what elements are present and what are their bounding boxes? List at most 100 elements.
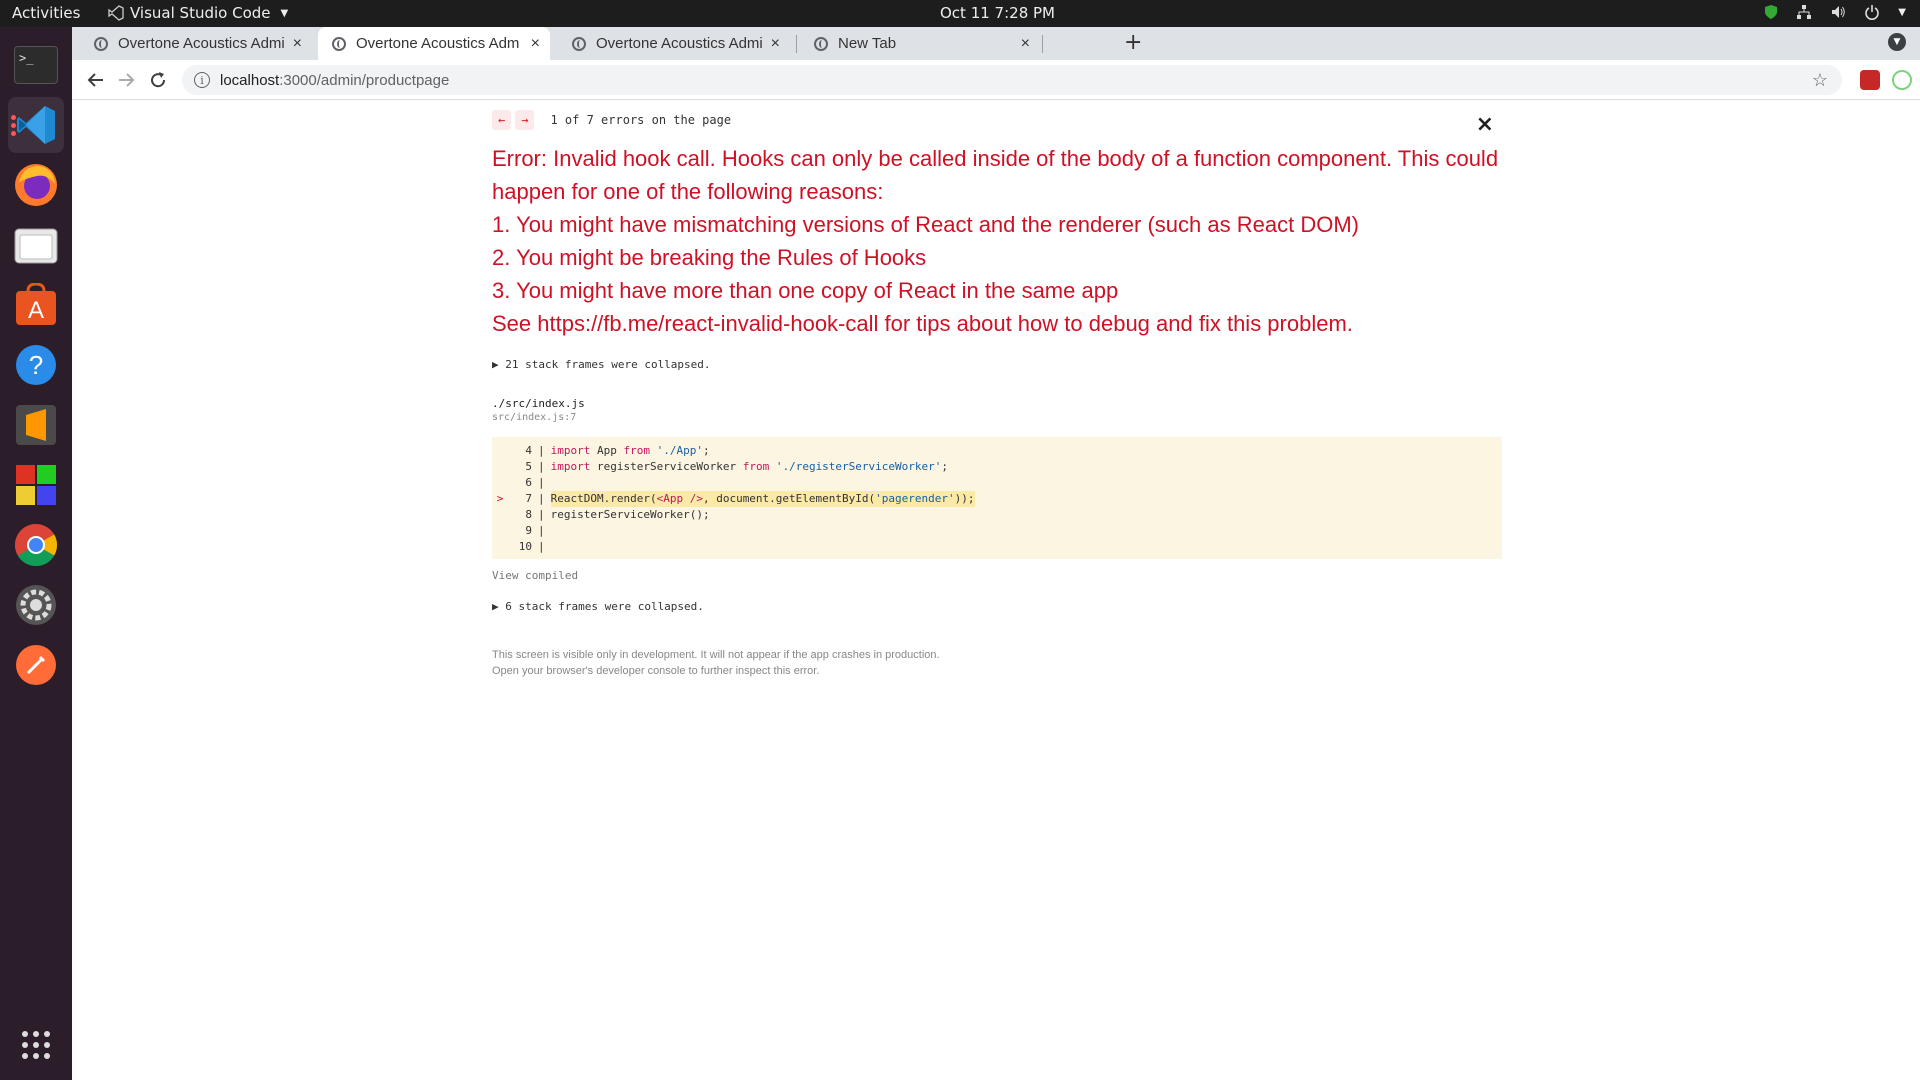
dock-help[interactable]: ? xyxy=(8,337,64,393)
highlight-marker xyxy=(492,523,508,539)
line-number: 5 xyxy=(525,460,532,473)
code-line: >7 | ReactDOM.render(<App />, document.get… xyxy=(492,491,1502,507)
dev-footer-note: This screen is visible only in developme… xyxy=(492,647,1502,679)
forward-icon[interactable] xyxy=(116,70,136,90)
view-compiled-link[interactable]: View compiled xyxy=(492,569,1502,582)
url-host: localhost xyxy=(220,71,280,89)
frame-file: ./src/index.js xyxy=(492,397,585,410)
caret-down-icon: ▼ xyxy=(280,7,289,19)
highlight-marker xyxy=(492,475,508,491)
dock-postman[interactable] xyxy=(8,637,64,693)
line-number: 7 xyxy=(525,492,532,505)
extension-green-icon[interactable] xyxy=(1892,70,1912,90)
url-path: :3000/admin/productpage xyxy=(279,71,450,89)
close-icon[interactable]: × xyxy=(1021,35,1030,53)
terminal-icon: >_ xyxy=(14,46,58,84)
app-name: Visual Studio Code xyxy=(130,4,271,22)
next-error-button[interactable]: → xyxy=(515,110,535,130)
show-applications-button[interactable] xyxy=(8,1017,64,1073)
vscode-icon xyxy=(17,106,55,144)
collapsed-frames-bottom[interactable]: ▶ 6 stack frames were collapsed. xyxy=(492,600,1502,613)
dock-office[interactable] xyxy=(8,457,64,513)
globe-icon xyxy=(94,36,108,51)
error-overlay: ← → 1 of 7 errors on the page × Error: I… xyxy=(492,110,1502,679)
reload-icon[interactable] xyxy=(148,70,168,90)
gutter-bar: | xyxy=(538,524,545,537)
code-text: import App from './App'; xyxy=(550,444,710,457)
code-line: 10 | xyxy=(492,539,1502,555)
chrome-icon xyxy=(14,524,58,567)
settings-icon xyxy=(16,585,56,625)
code-text: import registerServiceWorker from './reg… xyxy=(550,460,949,473)
info-icon[interactable]: i xyxy=(194,72,210,88)
footer-line: Open your browser's developer console to… xyxy=(492,665,820,677)
tab-title: Overtone Acoustics Admi xyxy=(118,35,285,52)
stack-frame: ./src/index.js src/index.js:7 xyxy=(492,397,1502,423)
back-icon[interactable] xyxy=(86,70,106,90)
app-menu[interactable]: Visual Studio Code ▼ xyxy=(108,4,288,22)
tab-overtone-3[interactable]: Overtone Acoustics Admi × xyxy=(558,27,790,60)
dock-sublime[interactable] xyxy=(8,397,64,453)
code-line: 8 | registerServiceWorker(); xyxy=(492,507,1502,523)
dock-vscode[interactable] xyxy=(8,97,64,153)
code-text: ReactDOM.render(<App />, document.getEle… xyxy=(550,491,975,507)
error-message: Error: Invalid hook call. Hooks can only… xyxy=(492,142,1502,340)
clock[interactable]: Oct 11 7:28 PM xyxy=(940,4,1055,22)
tab-new-tab[interactable]: New Tab × xyxy=(800,27,1040,60)
new-tab-button[interactable]: + xyxy=(1124,30,1142,55)
dock-settings[interactable] xyxy=(8,577,64,633)
extension-red-icon[interactable] xyxy=(1860,70,1880,90)
error-navigation: ← → 1 of 7 errors on the page xyxy=(492,110,1502,130)
code-line: 6 | xyxy=(492,475,1502,491)
sublime-text-icon xyxy=(16,405,56,445)
postman-icon xyxy=(16,645,56,685)
frame-location[interactable]: src/index.js:7 xyxy=(492,412,1502,423)
dock-files[interactable] xyxy=(8,217,64,273)
svg-text:?: ? xyxy=(29,350,43,380)
bookmark-star-icon[interactable]: ☆ xyxy=(1812,70,1828,91)
files-icon xyxy=(14,228,58,264)
close-icon[interactable]: × xyxy=(531,35,540,53)
gutter-bar: | xyxy=(538,444,545,457)
caret-down-icon: ▼ xyxy=(1898,6,1906,18)
close-icon[interactable]: × xyxy=(293,35,302,53)
dock-terminal[interactable]: >_ xyxy=(8,37,64,93)
tab-overtone-2[interactable]: Overtone Acoustics Adm × xyxy=(318,27,550,60)
shield-icon xyxy=(1765,5,1778,19)
line-number: 10 xyxy=(518,540,532,553)
code-snippet: 4 | import App from './App'; 5 | import regis… xyxy=(492,437,1502,559)
browser-toolbar: i localhost:3000/admin/productpage ☆ ⋮ xyxy=(72,60,1920,100)
svg-text:A: A xyxy=(28,297,44,324)
code-line: 4 | import App from './App'; xyxy=(492,443,1502,459)
system-tray[interactable]: ▼ xyxy=(1764,4,1906,20)
dock-firefox[interactable] xyxy=(8,157,64,213)
collapsed-frames-top[interactable]: ▶ 21 stack frames were collapsed. xyxy=(492,358,1502,371)
activities-button[interactable]: Activities xyxy=(12,4,80,22)
dock-software[interactable]: A xyxy=(8,277,64,333)
globe-icon xyxy=(814,36,828,51)
highlight-marker xyxy=(492,459,508,475)
error-line: Error: Invalid hook call. Hooks can only… xyxy=(492,146,1505,204)
error-line: See https://fb.me/react-invalid-hook-cal… xyxy=(492,311,1353,336)
dock: >_ A ? xyxy=(0,27,72,1080)
error-line: 3. You might have more than one copy of … xyxy=(492,278,1119,303)
line-number: 4 xyxy=(525,444,532,457)
footer-line: This screen is visible only in developme… xyxy=(492,649,940,661)
show-applications-icon xyxy=(22,1031,50,1059)
software-center-icon: A xyxy=(16,283,56,325)
globe-icon xyxy=(332,36,346,51)
line-number: 6 xyxy=(525,476,532,489)
code-line: 9 | xyxy=(492,523,1502,539)
page-content: ← → 1 of 7 errors on the page × Error: I… xyxy=(72,100,1920,1080)
highlight-marker xyxy=(492,539,508,555)
tab-overtone-1[interactable]: Overtone Acoustics Admi × xyxy=(80,27,312,60)
address-bar[interactable]: i localhost:3000/admin/productpage ☆ xyxy=(182,65,1842,95)
previous-error-button[interactable]: ← xyxy=(492,110,512,130)
gutter-bar: | xyxy=(538,476,545,489)
tab-title: Overtone Acoustics Admi xyxy=(596,35,763,52)
dock-chrome[interactable] xyxy=(8,517,64,573)
close-overlay-button[interactable]: × xyxy=(1476,112,1494,137)
network-icon xyxy=(1797,5,1812,19)
tab-search-icon[interactable]: ▼ xyxy=(1888,33,1906,51)
close-icon[interactable]: × xyxy=(771,35,780,53)
